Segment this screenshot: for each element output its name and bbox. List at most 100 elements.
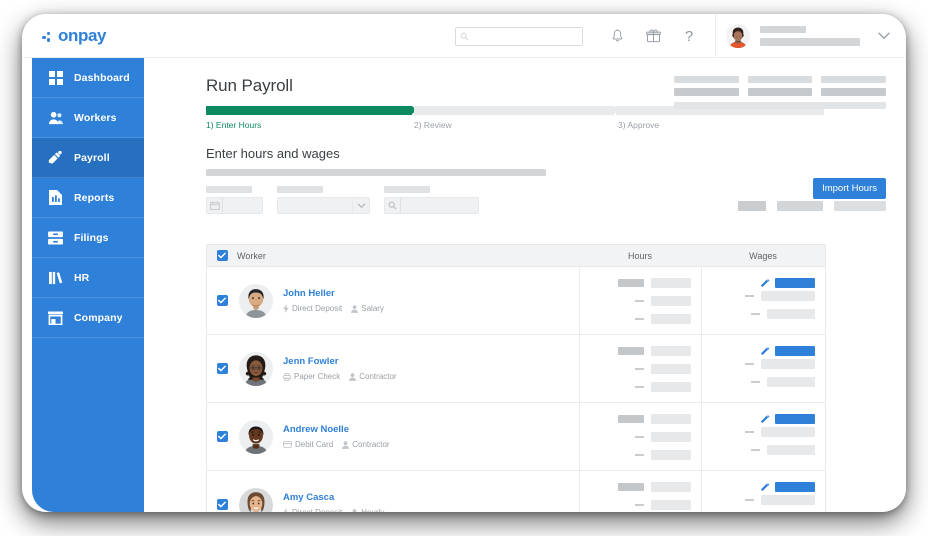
hours-cell [579, 335, 701, 402]
action-placeholder-1[interactable] [738, 201, 766, 211]
edit-pencil-icon[interactable] [761, 346, 770, 355]
checkbox-checked-icon [216, 295, 228, 306]
edit-pencil-icon[interactable] [761, 414, 770, 423]
sidebar: Dashboard Workers Payroll Reports Filing… [32, 58, 144, 512]
card-icon [283, 441, 292, 448]
hours-input[interactable] [651, 345, 691, 356]
hours-input[interactable] [651, 413, 691, 424]
action-placeholder-2[interactable] [777, 201, 823, 211]
wages-cell [701, 335, 825, 402]
person-icon [352, 508, 357, 512]
payroll-icon [48, 150, 63, 165]
hours-cell [579, 403, 701, 470]
sidebar-item-workers[interactable]: Workers [32, 98, 144, 138]
hours-input[interactable] [651, 481, 691, 492]
app-window: onpay ? Dashboard Workers Payroll Report… [22, 14, 906, 512]
hours-input[interactable] [651, 381, 691, 392]
wages-primary-value[interactable] [775, 413, 815, 424]
summary-cell [674, 76, 739, 96]
notifications-button[interactable] [606, 25, 628, 47]
hours-input[interactable] [651, 499, 691, 510]
wages-input[interactable] [767, 376, 815, 387]
row-checkbox[interactable] [207, 335, 237, 402]
pay-period-input[interactable] [206, 197, 263, 214]
hours-label-placeholder [635, 367, 644, 370]
pay-period-value [222, 198, 262, 213]
hours-input[interactable] [651, 313, 691, 324]
sidebar-item-filings[interactable]: Filings [32, 218, 144, 258]
action-placeholder-3[interactable] [834, 201, 886, 211]
department-select[interactable] [277, 197, 370, 214]
row-checkbox[interactable] [207, 471, 237, 512]
search-input[interactable] [455, 26, 583, 46]
summary-cell [821, 76, 887, 96]
edit-pencil-icon[interactable] [761, 278, 770, 287]
edit-pencil-icon[interactable] [761, 482, 770, 491]
hours-input[interactable] [651, 449, 691, 460]
worker-cell: Andrew Noelle Debit Card Contractor [237, 403, 579, 470]
worker-info: John Heller Direct Deposit Salary [283, 288, 384, 313]
step-label-enter-hours[interactable]: 1) Enter Hours [206, 120, 261, 130]
hours-label-placeholder [635, 299, 644, 302]
rewards-button[interactable] [642, 25, 664, 47]
hours-input[interactable] [651, 431, 691, 442]
lightning-icon [283, 304, 289, 313]
import-hours-button[interactable]: Import Hours [813, 178, 886, 199]
hours-input[interactable] [651, 277, 691, 288]
wages-input[interactable] [761, 358, 815, 369]
worker-name[interactable]: John Heller [283, 288, 384, 299]
avatar [239, 351, 273, 386]
column-header-hours[interactable]: Hours [579, 251, 701, 261]
worker-name[interactable]: Amy Casca [283, 492, 384, 503]
user-menu-button[interactable] [878, 27, 890, 45]
wages-primary-value[interactable] [775, 277, 815, 288]
worker-search-input[interactable] [384, 197, 479, 214]
wages-label-placeholder [751, 312, 760, 315]
select-all-checkbox[interactable] [207, 250, 237, 261]
step-label-review[interactable]: 2) Review [414, 120, 452, 130]
summary-placeholder-row [674, 76, 887, 96]
hours-cell [579, 267, 701, 334]
wages-input[interactable] [767, 444, 815, 455]
worker-name[interactable]: Andrew Noelle [283, 424, 390, 435]
column-header-wages[interactable]: Wages [701, 251, 825, 261]
sidebar-item-hr[interactable]: HR [32, 258, 144, 298]
payment-method-label: Direct Deposit [292, 508, 342, 512]
sidebar-item-company[interactable]: Company [32, 298, 144, 338]
summary-cell [747, 76, 813, 96]
people-icon [48, 110, 63, 125]
filter-worker-search [384, 186, 479, 214]
wages-input[interactable] [767, 308, 815, 319]
avatar-andrew-noelle [239, 419, 273, 454]
sidebar-item-label: Workers [74, 111, 117, 124]
sidebar-item-dashboard[interactable]: Dashboard [32, 58, 144, 98]
row-checkbox[interactable] [207, 267, 237, 334]
column-header-worker[interactable]: Worker [237, 251, 579, 261]
sidebar-item-label: Company [74, 311, 123, 324]
section-title: Enter hours and wages [206, 146, 340, 161]
avatar[interactable] [726, 24, 750, 48]
worker-name[interactable]: Jenn Fowler [283, 356, 397, 367]
hours-input[interactable] [651, 363, 691, 374]
sidebar-item-payroll[interactable]: Payroll [32, 138, 144, 178]
filter-label-placeholder [277, 186, 323, 193]
hours-input[interactable] [651, 295, 691, 306]
wages-input[interactable] [761, 494, 815, 505]
wages-primary-value[interactable] [775, 481, 815, 492]
avatar-amy-casca [239, 487, 273, 512]
hours-label-placeholder [635, 435, 644, 438]
brand-name: onpay [58, 25, 107, 45]
wages-primary-value[interactable] [775, 345, 815, 356]
step-label-approve[interactable]: 3) Approve [618, 120, 659, 130]
wages-input[interactable] [761, 290, 815, 301]
worker-info: Andrew Noelle Debit Card Contractor [283, 424, 390, 449]
wages-input[interactable] [761, 426, 815, 437]
row-checkbox[interactable] [207, 403, 237, 470]
brand-logo[interactable]: onpay [42, 26, 106, 46]
wages-cell [701, 403, 825, 470]
table-row: John Heller Direct Deposit Salary [207, 267, 825, 335]
sidebar-item-reports[interactable]: Reports [32, 178, 144, 218]
section-description-placeholder [206, 169, 546, 176]
hours-cell [579, 471, 701, 512]
help-button[interactable]: ? [678, 25, 700, 47]
